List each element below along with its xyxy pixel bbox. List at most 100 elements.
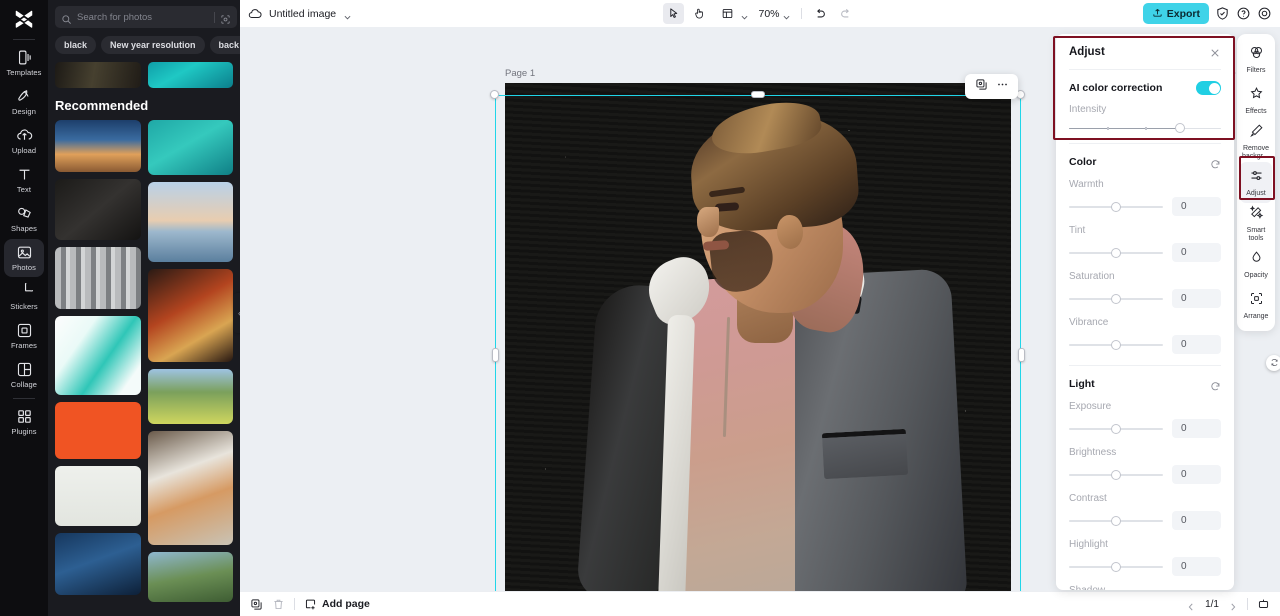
undo-button[interactable] [810, 3, 831, 24]
photo-thumbnail[interactable] [55, 533, 141, 595]
rotate-handle[interactable] [1266, 355, 1280, 371]
panel-collapse-handle[interactable]: ‹ [233, 293, 240, 333]
brightness-slider[interactable] [1069, 469, 1163, 481]
photo-thumbnail[interactable] [55, 120, 141, 172]
right-rail-item-arrange[interactable]: Arrange [1240, 285, 1272, 326]
vibrance-slider[interactable] [1069, 339, 1163, 351]
right-rail-label: Remove backgr… [1241, 144, 1270, 160]
ai-color-correction-toggle[interactable] [1196, 81, 1221, 95]
slider-knob[interactable] [1111, 201, 1121, 212]
chevron-left-icon[interactable] [1186, 599, 1196, 611]
tag-chip[interactable]: back [209, 36, 240, 54]
artboard[interactable] [505, 83, 1011, 591]
slider-knob[interactable] [1111, 515, 1121, 526]
duplicate-button[interactable] [972, 78, 990, 96]
photo-thumbnail[interactable] [147, 269, 233, 362]
photo-thumbnail[interactable] [55, 316, 141, 395]
resize-handle-right-center[interactable] [1018, 348, 1025, 362]
sidebar-item-upload[interactable]: Upload [4, 122, 44, 160]
contrast-slider[interactable] [1069, 515, 1163, 527]
cloud-save-icon[interactable] [248, 7, 262, 21]
add-page-button[interactable]: Add page [304, 598, 370, 611]
right-rail-item-adjust[interactable]: Adjust [1240, 162, 1272, 203]
slider-knob[interactable] [1111, 293, 1121, 304]
reset-icon[interactable] [1210, 379, 1221, 390]
vibrance-value[interactable]: 0 [1172, 335, 1221, 354]
sidebar-item-photos[interactable]: Photos [4, 239, 44, 277]
sidebar-item-design[interactable]: Design [4, 83, 44, 121]
shield-icon[interactable] [1215, 6, 1230, 21]
redo-button[interactable] [836, 3, 857, 24]
exposure-slider[interactable] [1069, 423, 1163, 435]
right-rail-item-remove-background[interactable]: Remove backgr… [1240, 121, 1272, 162]
right-rail-item-opacity[interactable]: Opacity [1240, 244, 1272, 285]
visual-search-icon[interactable] [220, 12, 231, 24]
brightness-value[interactable]: 0 [1172, 465, 1221, 484]
exposure-value[interactable]: 0 [1172, 419, 1221, 438]
slider-knob[interactable] [1111, 247, 1121, 258]
highlight-slider[interactable] [1069, 561, 1163, 573]
warmth-slider[interactable] [1069, 201, 1163, 213]
photo-thumbnail[interactable] [55, 179, 141, 240]
settings-icon[interactable] [1257, 6, 1272, 21]
document-title[interactable]: Untitled image [269, 8, 336, 20]
help-icon[interactable] [1236, 6, 1251, 21]
select-tool-button[interactable] [663, 3, 685, 24]
right-rail-item-filters[interactable]: Filters [1240, 39, 1272, 80]
zoom-control[interactable]: 70% [756, 8, 792, 20]
chevron-right-icon[interactable] [1228, 599, 1238, 611]
contrast-value[interactable]: 0 [1172, 511, 1221, 530]
warmth-value[interactable]: 0 [1172, 197, 1221, 216]
tint-slider[interactable] [1069, 247, 1163, 259]
slider-knob[interactable] [1111, 561, 1121, 572]
photo-thumbnail[interactable] [55, 402, 141, 459]
photo-thumbnail[interactable] [147, 182, 233, 262]
present-icon[interactable] [1257, 598, 1270, 611]
resize-handle-left-center[interactable] [492, 348, 499, 362]
duplicate-page-icon[interactable] [250, 598, 263, 611]
more-options-button[interactable] [993, 78, 1011, 96]
photo-thumbnail[interactable] [55, 62, 141, 88]
highlight-value[interactable]: 0 [1172, 557, 1221, 576]
resize-handle-top-center[interactable] [751, 91, 765, 98]
slider-knob[interactable] [1174, 123, 1185, 133]
sidebar-item-plugins[interactable]: Plugins [4, 403, 44, 441]
export-button[interactable]: Export [1142, 3, 1209, 24]
layout-tool-button[interactable] [715, 3, 751, 24]
sidebar-item-shapes[interactable]: Shapes [4, 200, 44, 238]
slider-knob[interactable] [1111, 339, 1121, 350]
resize-handle-top-left[interactable] [490, 90, 499, 99]
search-input[interactable] [77, 11, 209, 23]
saturation-slider[interactable] [1069, 293, 1163, 305]
photo-thumbnail[interactable] [147, 62, 233, 88]
capcut-logo-icon[interactable] [0, 2, 48, 36]
sidebar-item-templates[interactable]: Templates [4, 44, 44, 82]
sidebar-item-label: Collage [10, 380, 38, 389]
saturation-value[interactable]: 0 [1172, 289, 1221, 308]
intensity-slider[interactable] [1069, 122, 1221, 134]
tag-chip[interactable]: black [55, 36, 97, 54]
search-input-wrapper[interactable] [55, 6, 237, 28]
right-rail-item-smart-tools[interactable]: Smart tools [1240, 203, 1272, 244]
tint-value[interactable]: 0 [1172, 243, 1221, 262]
hand-tool-button[interactable] [689, 3, 710, 24]
slider-knob[interactable] [1111, 469, 1121, 480]
photo-thumbnail[interactable] [55, 466, 141, 526]
tag-chip[interactable]: New year resolution [101, 36, 205, 54]
adjust-panel-scroll[interactable]: Adjust AI color correction Intensity Col… [1056, 34, 1234, 590]
right-rail-item-effects[interactable]: Effects [1240, 80, 1272, 121]
sidebar-item-collage[interactable]: Collage [4, 356, 44, 394]
photo-thumbnail[interactable] [55, 247, 141, 309]
photo-thumbnail[interactable] [147, 369, 233, 424]
photo-thumbnail[interactable] [147, 120, 233, 175]
sidebar-item-stickers[interactable]: Stickers [4, 278, 44, 316]
trash-icon[interactable] [272, 598, 285, 611]
chevron-down-icon[interactable] [343, 9, 352, 20]
slider-knob[interactable] [1111, 423, 1121, 434]
close-icon[interactable] [1209, 46, 1221, 58]
photo-thumbnail[interactable] [147, 552, 233, 602]
photo-thumbnail[interactable] [147, 431, 233, 545]
reset-icon[interactable] [1210, 157, 1221, 168]
sidebar-item-frames[interactable]: Frames [4, 317, 44, 355]
sidebar-item-text[interactable]: Text [4, 161, 44, 199]
